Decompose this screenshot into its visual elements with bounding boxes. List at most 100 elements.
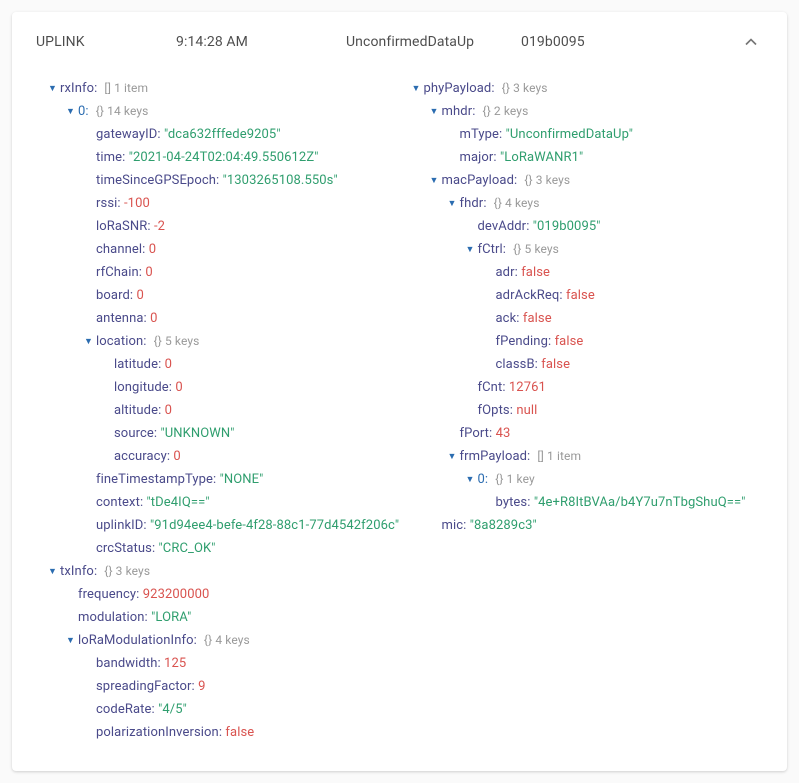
collapse-icon[interactable] xyxy=(739,30,763,54)
tree-row[interactable]: ▼bandwidth: 125 xyxy=(84,653,412,676)
tree-row[interactable]: ▼fhdr: {} 4 keys xyxy=(448,193,776,216)
json-value: 9 xyxy=(198,679,205,694)
tree-row[interactable]: ▼frequency: 923200000 xyxy=(66,584,412,607)
tree-row[interactable]: ▼altitude: 0 xyxy=(102,400,412,423)
tree-row[interactable]: ▼rxInfo: [] 1 item xyxy=(48,78,412,101)
tree-row[interactable]: ▼adrAckReq: false xyxy=(484,285,776,308)
json-value: 12761 xyxy=(509,380,546,395)
tree-row[interactable]: ▼devAddr: "019b0095" xyxy=(466,216,776,239)
json-value: "UNKNOWN" xyxy=(160,426,234,441)
json-meta: {} 3 keys xyxy=(499,81,548,95)
json-value: "4e+R8ItBVAa/b4Y7u7nTbgShuQ==" xyxy=(534,495,746,510)
tree-row[interactable]: ▼0: {} 1 key xyxy=(466,469,776,492)
json-key: channel: xyxy=(96,242,145,257)
tree-row[interactable]: ▼modulation: "LORA" xyxy=(66,607,412,630)
tree-row[interactable]: ▼mType: "UnconfirmedDataUp" xyxy=(448,124,776,147)
tree-row[interactable]: ▼mic: "8a8289c3" xyxy=(430,515,776,538)
json-value: "8a8289c3" xyxy=(470,518,537,533)
tree-row[interactable]: ▼latitude: 0 xyxy=(102,354,412,377)
tree-row[interactable]: ▼ack: false xyxy=(484,308,776,331)
tree-row[interactable]: ▼loRaSNR: -2 xyxy=(84,216,412,239)
json-value: false xyxy=(523,311,552,326)
json-key: polarizationInversion: xyxy=(96,725,222,740)
json-meta: [] 1 item xyxy=(534,449,581,463)
tree-row[interactable]: ▼polarizationInversion: false xyxy=(84,722,412,745)
tree-row[interactable]: ▼classB: false xyxy=(484,354,776,377)
tree-row[interactable]: ▼timeSinceGPSEpoch: "1303265108.550s" xyxy=(84,170,412,193)
tree-row[interactable]: ▼fPort: 43 xyxy=(448,423,776,446)
json-key: rxInfo: xyxy=(60,81,97,96)
json-value: "1303265108.550s" xyxy=(223,173,338,188)
tree-row[interactable]: ▼phyPayload: {} 3 keys xyxy=(412,78,776,101)
tree-row[interactable]: ▼gatewayID: "dca632fffede9205" xyxy=(84,124,412,147)
tree-row[interactable]: ▼board: 0 xyxy=(84,285,412,308)
json-value: "91d94ee4-befe-4f28-88c1-77d4542f206c" xyxy=(150,518,399,533)
tree-row[interactable]: ▼source: "UNKNOWN" xyxy=(102,423,412,446)
json-key: txInfo: xyxy=(60,564,97,579)
tree-row[interactable]: ▼accuracy: 0 xyxy=(102,446,412,469)
tree-row[interactable]: ▼adr: false xyxy=(484,262,776,285)
json-value: 0 xyxy=(145,265,152,280)
json-meta: {} 5 keys xyxy=(151,334,200,348)
json-key: board: xyxy=(96,288,133,303)
json-meta: [] 1 item xyxy=(101,81,148,95)
tree-row[interactable]: ▼location: {} 5 keys xyxy=(84,331,412,354)
tree-row[interactable]: ▼mhdr: {} 2 keys xyxy=(430,101,776,124)
json-value: 0 xyxy=(149,242,156,257)
tree-row[interactable]: ▼0: {} 14 keys xyxy=(66,101,412,124)
disclosure-triangle-icon[interactable]: ▼ xyxy=(48,562,58,583)
json-value: "CRC_OK" xyxy=(159,541,216,556)
disclosure-triangle-icon[interactable]: ▼ xyxy=(466,240,476,261)
disclosure-triangle-icon[interactable]: ▼ xyxy=(66,631,76,652)
tree-row[interactable]: ▼fOpts: null xyxy=(466,400,776,423)
disclosure-triangle-icon[interactable]: ▼ xyxy=(430,102,440,123)
tree-row[interactable]: ▼fCtrl: {} 5 keys xyxy=(466,239,776,262)
tree-row[interactable]: ▼major: "LoRaWANR1" xyxy=(448,147,776,170)
tree-row[interactable]: ▼time: "2021-04-24T02:04:49.550612Z" xyxy=(84,147,412,170)
tree-row[interactable]: ▼codeRate: "4/5" xyxy=(84,699,412,722)
json-key: gatewayID: xyxy=(96,127,161,142)
tree-row[interactable]: ▼channel: 0 xyxy=(84,239,412,262)
tree-row[interactable]: ▼fineTimestampType: "NONE" xyxy=(84,469,412,492)
json-value: "019b0095" xyxy=(533,219,601,234)
tree-row[interactable]: ▼macPayload: {} 3 keys xyxy=(430,170,776,193)
json-key: 0: xyxy=(478,472,489,487)
tree-row[interactable]: ▼bytes: "4e+R8ItBVAa/b4Y7u7nTbgShuQ==" xyxy=(484,492,776,515)
tree-row[interactable]: ▼loRaModulationInfo: {} 4 keys xyxy=(66,630,412,653)
json-value: "LORA" xyxy=(151,610,191,625)
json-key: fPort: xyxy=(460,426,493,441)
disclosure-triangle-icon[interactable]: ▼ xyxy=(84,332,94,353)
json-key: frequency: xyxy=(78,587,139,602)
tree-row[interactable]: ▼context: "tDe4IQ==" xyxy=(84,492,412,515)
tree-row[interactable]: ▼txInfo: {} 3 keys xyxy=(48,561,412,584)
disclosure-triangle-icon[interactable]: ▼ xyxy=(448,447,458,468)
disclosure-triangle-icon[interactable]: ▼ xyxy=(412,79,422,100)
tree-row[interactable]: ▼antenna: 0 xyxy=(84,308,412,331)
json-key: frmPayload: xyxy=(460,449,531,464)
tree-row[interactable]: ▼crcStatus: "CRC_OK" xyxy=(84,538,412,561)
json-key: fhdr: xyxy=(460,196,487,211)
tree-row[interactable]: ▼uplinkID: "91d94ee4-befe-4f28-88c1-77d4… xyxy=(84,515,412,538)
disclosure-triangle-icon[interactable]: ▼ xyxy=(48,79,58,100)
tree-row[interactable]: ▼longitude: 0 xyxy=(102,377,412,400)
tree-row[interactable]: ▼spreadingFactor: 9 xyxy=(84,676,412,699)
tree-row[interactable]: ▼fPending: false xyxy=(484,331,776,354)
tree-row[interactable]: ▼fCnt: 12761 xyxy=(466,377,776,400)
disclosure-triangle-icon[interactable]: ▼ xyxy=(66,102,76,123)
json-value: "2021-04-24T02:04:49.550612Z" xyxy=(129,150,319,165)
disclosure-triangle-icon[interactable]: ▼ xyxy=(430,171,440,192)
json-key: antenna: xyxy=(96,311,147,326)
disclosure-triangle-icon[interactable]: ▼ xyxy=(466,470,476,491)
tree-row[interactable]: ▼rfChain: 0 xyxy=(84,262,412,285)
json-key: spreadingFactor: xyxy=(96,679,195,694)
json-value: 0 xyxy=(173,449,180,464)
json-meta: {} 4 keys xyxy=(491,196,540,210)
json-meta: {} 14 keys xyxy=(93,104,149,118)
tree-row[interactable]: ▼frmPayload: [] 1 item xyxy=(448,446,776,469)
json-key: modulation: xyxy=(78,610,148,625)
tree-row[interactable]: ▼rssi: -100 xyxy=(84,193,412,216)
json-key: loRaModulationInfo: xyxy=(78,633,197,648)
frame-header[interactable]: UPLINK 9:14:28 AM UnconfirmedDataUp 019b… xyxy=(12,12,787,68)
json-value: "4/5" xyxy=(158,702,187,717)
disclosure-triangle-icon[interactable]: ▼ xyxy=(448,194,458,215)
